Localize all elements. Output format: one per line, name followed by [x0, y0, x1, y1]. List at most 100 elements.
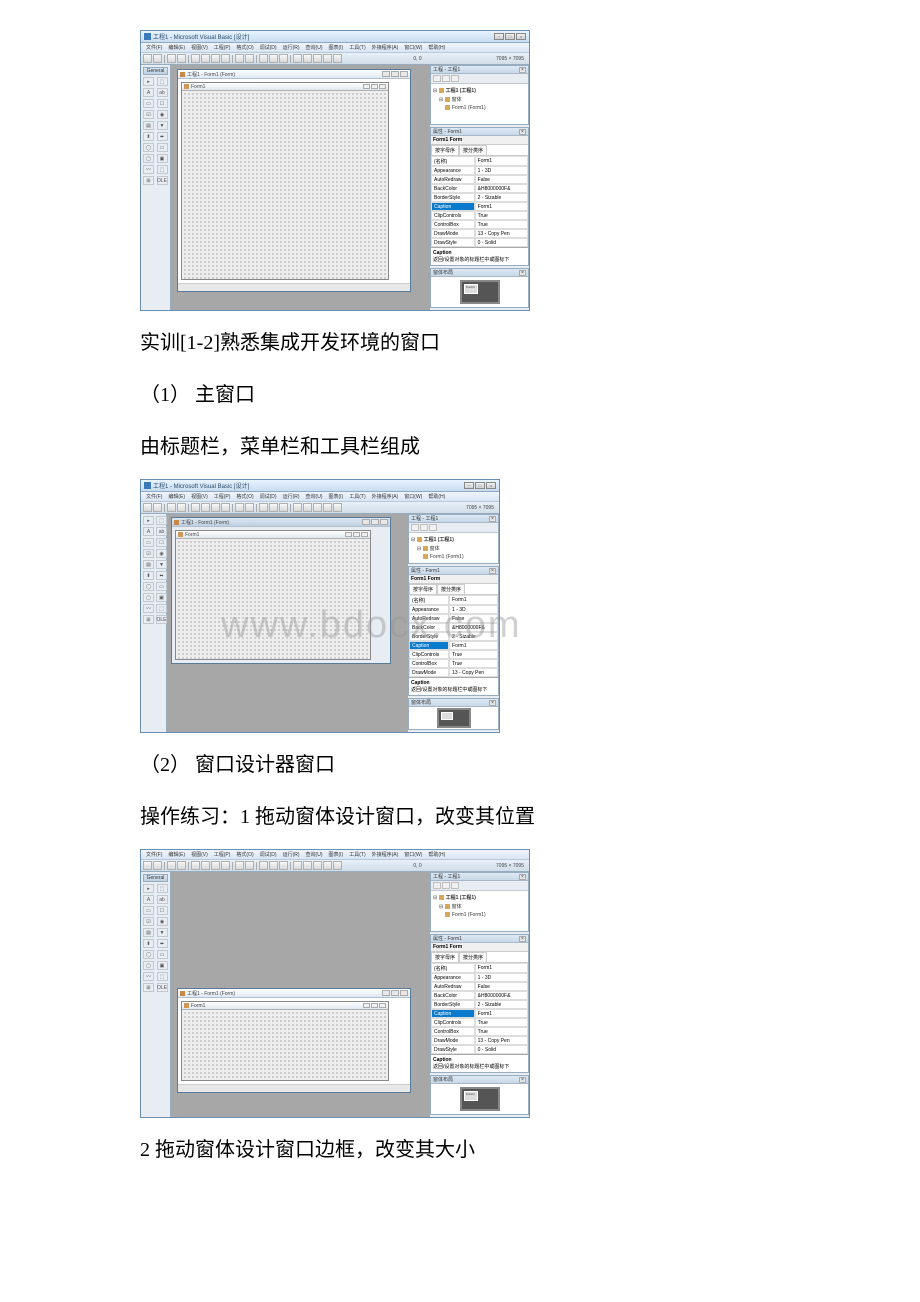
form-design-surface[interactable]: [176, 539, 370, 659]
prop-name[interactable]: BorderStyle: [431, 1000, 475, 1009]
toolbar-end-icon[interactable]: [279, 861, 288, 870]
tab-categorized[interactable]: 按分类序: [459, 145, 487, 155]
tab-categorized[interactable]: 按分类序: [437, 584, 465, 594]
toolbar-paste-icon[interactable]: [211, 54, 220, 63]
toolbar-start-icon[interactable]: [259, 54, 268, 63]
prop-name-selected[interactable]: Caption: [431, 202, 475, 211]
tool-commandbutton-icon[interactable]: ☐: [156, 538, 167, 547]
prop-value[interactable]: True: [449, 659, 498, 668]
menu-edit[interactable]: 编辑(E): [165, 493, 188, 500]
toolbar-open-icon[interactable]: [167, 861, 176, 870]
toolbar-toolbox-icon[interactable]: [333, 54, 342, 63]
toolbar-cut-icon[interactable]: [191, 503, 200, 512]
prop-value[interactable]: 0 - Solid: [475, 1045, 528, 1054]
designer-close-icon[interactable]: [380, 519, 388, 525]
prop-name[interactable]: BackColor: [431, 184, 475, 193]
toolbar-save-icon[interactable]: [177, 503, 186, 512]
tool-hscroll-icon[interactable]: ⬍: [143, 132, 154, 141]
toolbar-copy-icon[interactable]: [201, 503, 210, 512]
tool-data-icon[interactable]: OLE: [157, 983, 168, 992]
menu-help[interactable]: 帮助(H): [425, 493, 448, 500]
toolbar-find-icon[interactable]: [221, 503, 230, 512]
prop-value[interactable]: False: [449, 614, 498, 623]
toolbar-new-icon[interactable]: [143, 503, 152, 512]
tool-pointer-icon[interactable]: ▸: [143, 516, 154, 525]
menu-file[interactable]: 文件(F): [143, 851, 165, 858]
form-min-icon[interactable]: [363, 1003, 370, 1008]
menu-window[interactable]: 窗口(W): [401, 851, 425, 858]
designer-min-icon[interactable]: [382, 71, 390, 77]
tab-categorized[interactable]: 按分类序: [459, 952, 487, 962]
tool-image-icon[interactable]: ⊞: [143, 176, 154, 185]
tool-image-icon[interactable]: ⊞: [143, 983, 154, 992]
prop-name[interactable]: DrawStyle: [431, 1045, 475, 1054]
prop-value[interactable]: &H8000000F&: [475, 184, 528, 193]
form-max-icon[interactable]: [371, 1003, 378, 1008]
prop-name[interactable]: Appearance: [409, 605, 449, 614]
menu-help[interactable]: 帮助(H): [425, 44, 448, 51]
tool-textbox-icon[interactable]: ab: [156, 527, 167, 536]
tool-shape-icon[interactable]: 〰: [143, 604, 154, 613]
tool-pointer-icon[interactable]: ▸: [143, 884, 154, 893]
menu-query[interactable]: 查询(U): [303, 493, 326, 500]
toolbar-break-icon[interactable]: [269, 861, 278, 870]
prop-value[interactable]: &H8000000F&: [449, 623, 498, 632]
toolbar-toolbox-icon[interactable]: [333, 503, 342, 512]
prop-value[interactable]: True: [475, 1018, 528, 1027]
prop-value[interactable]: True: [475, 211, 528, 220]
prop-value[interactable]: &H8000000F&: [475, 991, 528, 1000]
form-design-surface[interactable]: [182, 1010, 388, 1080]
project-close-icon[interactable]: ×: [489, 516, 496, 522]
menu-format[interactable]: 格式(O): [233, 44, 256, 51]
tool-checkbox-icon[interactable]: ☑: [143, 549, 154, 558]
tool-dirlist-icon[interactable]: ▢: [143, 961, 154, 970]
toolbar-undo-icon[interactable]: [235, 54, 244, 63]
prop-name[interactable]: ControlBox: [431, 1027, 475, 1036]
toolbar-find-icon[interactable]: [221, 54, 230, 63]
prop-value[interactable]: True: [449, 650, 498, 659]
prop-name[interactable]: BackColor: [409, 623, 449, 632]
toolbar-copy-icon[interactable]: [201, 54, 210, 63]
props-close-icon[interactable]: ×: [519, 936, 526, 942]
tool-timer-icon[interactable]: ◯: [143, 143, 154, 152]
minimize-icon[interactable]: −: [494, 33, 504, 40]
form-design-surface[interactable]: [182, 91, 388, 279]
menu-tools[interactable]: 工具(T): [346, 493, 368, 500]
prop-name[interactable]: DrawMode: [431, 229, 475, 238]
designer-window[interactable]: 工程1 - Form1 (Form) Form1: [171, 517, 391, 664]
maximize-icon[interactable]: □: [505, 33, 515, 40]
menu-project[interactable]: 工程(P): [211, 493, 234, 500]
prop-value[interactable]: 13 - Copy Pen: [449, 668, 498, 677]
tool-filelist-icon[interactable]: ▣: [157, 961, 168, 970]
tool-picturebox-icon[interactable]: ⬚: [157, 77, 168, 86]
prop-name-selected[interactable]: Caption: [409, 641, 449, 650]
prop-value[interactable]: False: [475, 982, 528, 991]
tree-root[interactable]: ⊟ 工程1 (工程1): [433, 86, 526, 95]
form-window[interactable]: Form1: [175, 530, 371, 660]
toolbar-projexp-icon[interactable]: [293, 54, 302, 63]
prop-value[interactable]: 2 - Sizable: [449, 632, 498, 641]
prop-value[interactable]: Form1: [475, 963, 528, 973]
toolbar-save-icon[interactable]: [177, 54, 186, 63]
prop-name[interactable]: ClipControls: [431, 211, 475, 220]
menu-diagram[interactable]: 图表(I): [326, 493, 347, 500]
tool-combobox-icon[interactable]: ▤: [143, 928, 154, 937]
maximize-icon[interactable]: □: [475, 482, 485, 489]
prop-name[interactable]: (名称): [431, 963, 475, 973]
prop-value[interactable]: True: [475, 1027, 528, 1036]
form-close-icon[interactable]: [379, 84, 386, 89]
close-icon[interactable]: ×: [486, 482, 496, 489]
tool-optionbutton-icon[interactable]: ◉: [157, 917, 168, 926]
menu-format[interactable]: 格式(O): [233, 493, 256, 500]
tool-shape-icon[interactable]: 〰: [143, 165, 154, 174]
menu-diagram[interactable]: 图表(I): [326, 44, 347, 51]
tool-optionbutton-icon[interactable]: ◉: [157, 110, 168, 119]
tab-alphabetic[interactable]: 按字母序: [409, 584, 437, 594]
toolbar-end-icon[interactable]: [279, 503, 288, 512]
toolbar-paste-icon[interactable]: [211, 861, 220, 870]
tool-drivelist-icon[interactable]: ▭: [157, 950, 168, 959]
prop-value[interactable]: 13 - Copy Pen: [475, 229, 528, 238]
prop-name[interactable]: ClipControls: [431, 1018, 475, 1027]
prop-name[interactable]: BorderStyle: [409, 632, 449, 641]
layout-form-marker[interactable]: Form1: [464, 1091, 478, 1101]
